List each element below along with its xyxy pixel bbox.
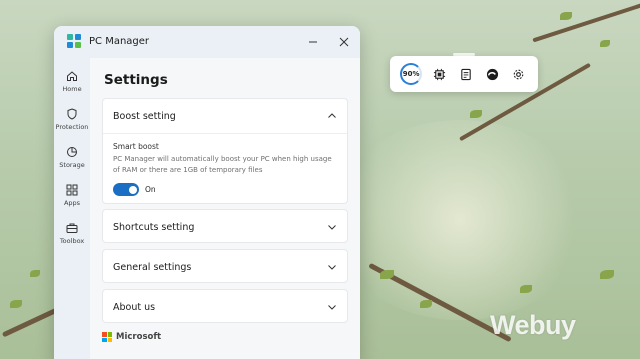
boost-setting-header[interactable]: Boost setting: [103, 99, 347, 133]
sidebar-item-apps[interactable]: Apps: [54, 184, 90, 207]
smart-boost-label: Smart boost: [113, 142, 159, 151]
microsoft-brand-text: Microsoft: [116, 332, 162, 342]
shortcuts-setting-card[interactable]: Shortcuts setting: [102, 209, 348, 243]
memory-chip-icon[interactable]: [431, 65, 449, 83]
sidebar-item-home[interactable]: Home: [54, 70, 90, 93]
app-title: PC Manager: [89, 36, 150, 47]
close-button[interactable]: [334, 32, 354, 52]
boost-percent: 90%: [402, 70, 420, 78]
section-title: Shortcuts setting: [113, 221, 195, 233]
pc-manager-window: PC Manager Home Protection Storage Apps …: [54, 26, 360, 359]
chevron-down-icon: [328, 225, 336, 230]
microsoft-logo-icon: [102, 332, 112, 342]
smart-boost-toggle[interactable]: [113, 183, 139, 196]
sidebar-item-protection[interactable]: Protection: [54, 108, 90, 131]
smart-boost-description: PC Manager will automatically boost your…: [113, 155, 332, 174]
gear-icon[interactable]: [510, 65, 528, 83]
notes-icon[interactable]: [457, 65, 475, 83]
pie-chart-icon: [67, 147, 77, 157]
webuy-watermark: Webuy: [490, 310, 576, 340]
pc-manager-logo-icon: [67, 34, 81, 48]
boost-setting-body: Smart boost PC Manager will automaticall…: [103, 133, 347, 205]
section-title: About us: [113, 301, 156, 313]
section-title: Boost setting: [113, 110, 176, 122]
microsoft-logo: Microsoft: [102, 332, 161, 342]
title-bar[interactable]: PC Manager: [54, 26, 360, 58]
general-settings-card[interactable]: General settings: [102, 249, 348, 283]
close-icon: [339, 37, 349, 47]
sidebar-item-toolbox[interactable]: Toolbox: [54, 222, 90, 245]
page-title: Settings: [104, 72, 168, 88]
sidebar: Home Protection Storage Apps Toolbox: [54, 58, 90, 359]
boost-setting-card: Boost setting Smart boost PC Manager wil…: [102, 98, 348, 204]
edge-browser-icon[interactable]: [483, 65, 501, 83]
settings-page: Settings Boost setting Smart boost PC Ma…: [90, 58, 360, 359]
shield-icon: [67, 108, 77, 120]
chevron-down-icon: [328, 265, 336, 270]
sidebar-item-label: Storage: [59, 161, 85, 169]
chevron-down-icon: [328, 305, 336, 310]
sidebar-item-label: Protection: [55, 123, 89, 131]
home-icon: [67, 71, 77, 81]
toggle-state-label: On: [145, 185, 156, 194]
boost-ring-button[interactable]: 90%: [400, 63, 423, 85]
sidebar-item-label: Apps: [63, 199, 81, 207]
quick-boost-widget: 90%: [390, 56, 538, 92]
minimize-button[interactable]: [303, 32, 323, 52]
sidebar-item-storage[interactable]: Storage: [54, 146, 90, 169]
minimize-icon: [309, 41, 317, 43]
toolbox-icon: [66, 223, 78, 233]
sidebar-item-label: Home: [62, 85, 82, 93]
section-title: General settings: [113, 261, 192, 273]
apps-grid-icon: [66, 184, 78, 196]
chevron-up-icon: [328, 113, 336, 118]
sidebar-item-label: Toolbox: [59, 237, 85, 245]
about-us-card[interactable]: About us: [102, 289, 348, 323]
